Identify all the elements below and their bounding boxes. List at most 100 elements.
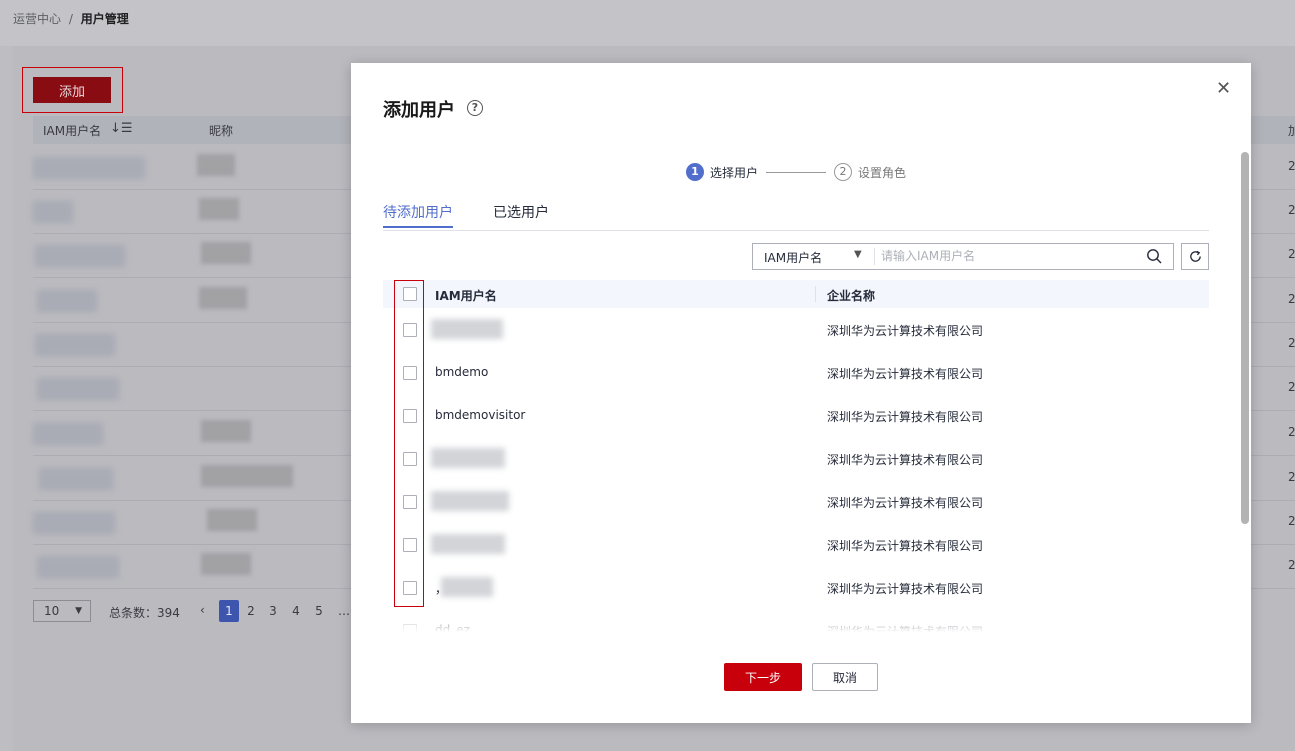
redacted-username xyxy=(33,201,73,223)
bg-right-value: 2 xyxy=(1288,203,1295,217)
tab-divider xyxy=(383,230,1209,231)
redacted-nickname xyxy=(207,509,257,531)
top-bar xyxy=(0,0,1295,46)
bg-right-value: 2 xyxy=(1288,159,1295,173)
redacted-username xyxy=(33,423,103,445)
page-1[interactable]: 1 xyxy=(219,600,239,622)
redacted-username xyxy=(431,491,509,511)
dialog-title: 添加用户 xyxy=(383,100,455,121)
cell-iam-username: dd_ez xyxy=(435,623,470,635)
redacted-username xyxy=(441,577,493,597)
active-tab-indicator xyxy=(383,226,453,228)
page-2[interactable]: 2 xyxy=(241,600,261,622)
bg-col-right-header: 加 xyxy=(1288,124,1295,138)
redacted-username xyxy=(37,378,119,400)
table-row[interactable]: dd_ez 深圳华为云计算技术有限公司 xyxy=(383,609,1209,635)
redacted-username xyxy=(33,512,115,534)
step-1-label: 选择用户 xyxy=(710,166,759,180)
redacted-nickname xyxy=(201,553,251,575)
table-row[interactable]: bmdemovisitor 深圳华为云计算技术有限公司 xyxy=(383,394,1209,438)
table-row[interactable]: 深圳华为云计算技术有限公司 xyxy=(383,523,1209,567)
redacted-username xyxy=(37,556,119,578)
step-2-number: 2 xyxy=(834,163,852,181)
page-size-select[interactable]: 10 ▼ xyxy=(33,600,91,622)
redacted-nickname xyxy=(201,465,293,487)
cell-company-name: 深圳华为云计算技术有限公司 xyxy=(827,496,984,510)
cell-company-name: 深圳华为云计算技术有限公司 xyxy=(827,324,984,338)
redacted-nickname xyxy=(199,287,247,309)
caret-down-icon[interactable]: ▼ xyxy=(854,249,862,260)
redacted-username xyxy=(431,534,505,554)
page-size-value: 10 xyxy=(44,604,60,618)
cell-iam-username: ， xyxy=(435,582,448,596)
help-icon[interactable]: ? xyxy=(467,100,483,116)
bg-col-nickname: 昵称 xyxy=(209,124,234,138)
redacted-nickname xyxy=(201,242,251,264)
redacted-nickname xyxy=(197,154,235,176)
redacted-nickname xyxy=(199,198,239,220)
redacted-nickname xyxy=(201,420,251,442)
cell-company-name: 深圳华为云计算技术有限公司 xyxy=(827,539,984,553)
redacted-username xyxy=(431,448,505,468)
page-3[interactable]: 3 xyxy=(263,600,283,622)
filter-separator xyxy=(874,248,875,265)
search-input[interactable] xyxy=(881,246,1136,266)
tab-pending-users[interactable]: 待添加用户 xyxy=(383,202,453,222)
breadcrumb-separator: / xyxy=(68,12,73,26)
redacted-username xyxy=(33,157,145,179)
cell-company-name: 深圳华为云计算技术有限公司 xyxy=(827,582,984,596)
bg-col-iam-username: IAM用户名 xyxy=(43,124,102,138)
cell-company-name: 深圳华为云计算技术有限公司 xyxy=(827,625,984,635)
page-5[interactable]: 5 xyxy=(309,600,329,622)
cell-iam-username: bmdemovisitor xyxy=(435,408,526,422)
cell-company-name: 深圳华为云计算技术有限公司 xyxy=(827,410,984,424)
search-icon[interactable] xyxy=(1146,248,1162,264)
step-2-label: 设置角色 xyxy=(858,166,907,180)
cell-company-name: 深圳华为云计算技术有限公司 xyxy=(827,453,984,467)
breadcrumb: 运营中心 / 用户管理 xyxy=(13,10,129,27)
table-row[interactable]: 深圳华为云计算技术有限公司 xyxy=(383,480,1209,524)
refresh-button[interactable] xyxy=(1181,243,1209,270)
user-table-header: IAM用户名 企业名称 xyxy=(383,280,1209,309)
table-row[interactable]: 深圳华为云计算技术有限公司 xyxy=(383,308,1209,352)
col-company-name: 企业名称 xyxy=(827,289,876,303)
table-row[interactable]: ， 深圳华为云计算技术有限公司 xyxy=(383,566,1209,610)
close-icon[interactable]: ✕ xyxy=(1216,78,1231,99)
step-1-number: 1 xyxy=(686,163,704,181)
refresh-icon xyxy=(1190,250,1201,262)
breadcrumb-current: 用户管理 xyxy=(80,12,129,26)
bg-right-value: 2 xyxy=(1288,336,1295,350)
bg-right-value: 2 xyxy=(1288,425,1295,439)
col-iam-username: IAM用户名 xyxy=(435,289,497,303)
cell-company-name: 深圳华为云计算技术有限公司 xyxy=(827,367,984,381)
redacted-username xyxy=(35,334,115,356)
table-row[interactable]: 深圳华为云计算技术有限公司 xyxy=(383,437,1209,481)
prev-page-icon[interactable]: ‹ xyxy=(200,603,205,617)
bg-right-value: 2 xyxy=(1288,470,1295,484)
column-separator xyxy=(815,286,816,302)
page-4[interactable]: 4 xyxy=(286,600,306,622)
bg-right-value: 2 xyxy=(1288,514,1295,528)
cancel-button[interactable]: 取消 xyxy=(812,663,878,691)
table-row[interactable]: bmdemo 深圳华为云计算技术有限公司 xyxy=(383,351,1209,395)
bg-right-value: 2 xyxy=(1288,247,1295,261)
step-connector xyxy=(766,172,826,173)
bg-right-value: 2 xyxy=(1288,292,1295,306)
checkbox-column-highlight xyxy=(394,280,424,607)
total-count: 总条数：394 xyxy=(109,606,180,620)
filter-field-select[interactable]: IAM用户名 xyxy=(764,249,822,266)
redacted-username xyxy=(35,245,125,267)
bg-right-value: 2 xyxy=(1288,380,1295,394)
dialog-scrollbar[interactable] xyxy=(1241,152,1249,524)
bg-right-value: 2 xyxy=(1288,558,1295,572)
cell-iam-username: bmdemo xyxy=(435,365,489,379)
add-user-button[interactable]: 添加 xyxy=(33,77,111,103)
redacted-username xyxy=(431,319,503,339)
row-checkbox[interactable] xyxy=(403,624,417,635)
breadcrumb-parent[interactable]: 运营中心 xyxy=(13,12,61,26)
tab-selected-users[interactable]: 已选用户 xyxy=(493,202,549,222)
next-step-button[interactable]: 下一步 xyxy=(724,663,802,691)
redacted-username xyxy=(39,468,113,490)
sort-icon[interactable]: ↓☰ xyxy=(110,121,133,136)
redacted-username xyxy=(37,290,97,312)
